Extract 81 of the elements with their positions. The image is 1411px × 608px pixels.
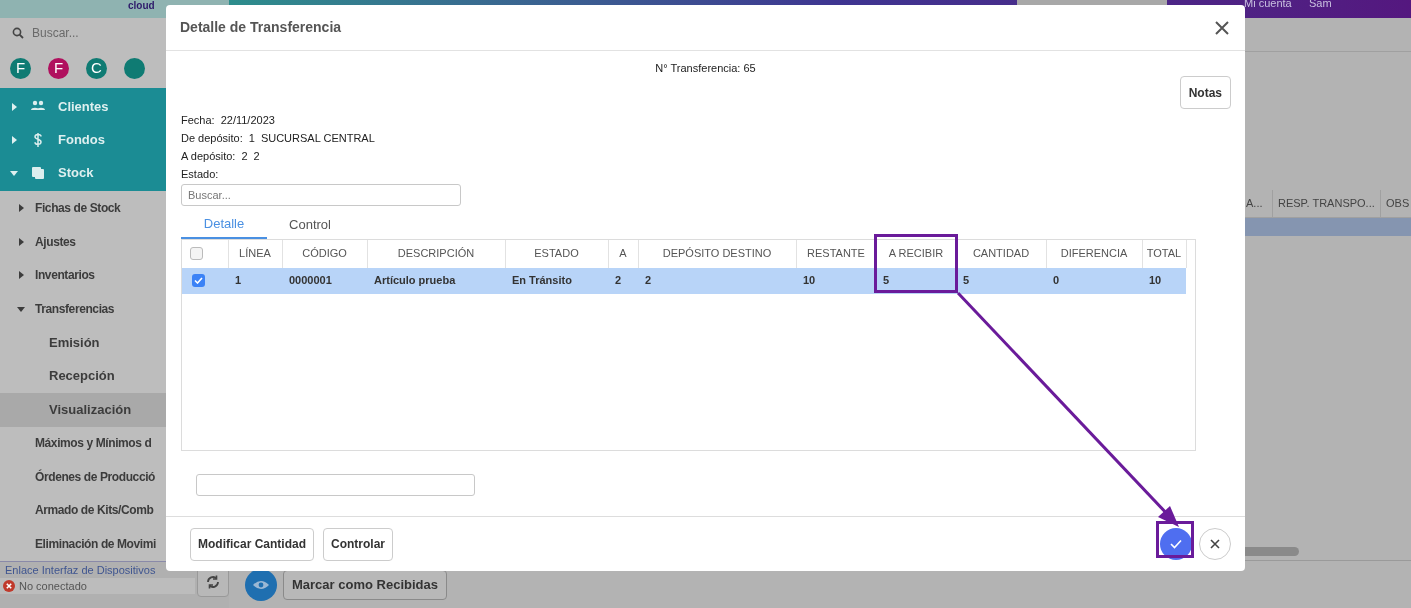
- column-header[interactable]: DEPÓSITO DESTINO: [638, 239, 796, 268]
- table-cell: 2: [608, 267, 638, 294]
- menu-item[interactable]: Órdenes de Producció: [0, 460, 166, 494]
- field-value: 22/11/2023: [220, 112, 275, 128]
- table-cell: 2: [638, 267, 796, 294]
- tab[interactable]: Control: [267, 210, 353, 239]
- table-cell: 10: [796, 267, 876, 294]
- menu-item[interactable]: Transferencias: [0, 292, 166, 326]
- confirm-button[interactable]: [1160, 528, 1192, 560]
- table-cell: 0: [1046, 267, 1142, 294]
- eye-icon: [253, 579, 269, 590]
- search-icon: [12, 27, 24, 40]
- table-cell: 5: [956, 267, 1046, 294]
- notes-button[interactable]: Notas: [1179, 76, 1231, 109]
- column-header[interactable]: LÍNEA: [228, 239, 282, 268]
- field-label: Estado:: [181, 166, 219, 182]
- field-value: 1: [248, 130, 255, 146]
- field-label: Fecha:: [181, 112, 215, 128]
- field-label: De depósito:: [181, 130, 243, 146]
- caret-down-icon: [10, 168, 18, 177]
- close-icon: [1210, 539, 1220, 549]
- column-header[interactable]: A: [608, 239, 638, 268]
- table-cell: 5: [876, 267, 956, 294]
- table-cell: En Tránsito: [505, 267, 608, 294]
- table-cell: 0000001: [282, 267, 367, 294]
- menu-item[interactable]: Fichas de Stock: [0, 191, 166, 225]
- error-icon: [3, 579, 15, 592]
- avatar[interactable]: C: [86, 58, 107, 80]
- menu-item[interactable]: Eliminación de Movimi: [0, 527, 166, 561]
- caret-down-icon: [17, 304, 25, 313]
- transfer-number: N° Transferencia: 65: [655, 61, 756, 76]
- field-label: A depósito:: [181, 148, 236, 164]
- avatar[interactable]: F: [48, 58, 69, 80]
- connection-status: No conectado: [0, 577, 195, 594]
- tab[interactable]: Detalle: [181, 210, 267, 239]
- column-header[interactable]: TOTAL: [1142, 239, 1186, 268]
- check-icon: [1170, 539, 1182, 549]
- copy-icon: [30, 164, 46, 181]
- column-header[interactable]: CANTIDAD: [956, 239, 1046, 268]
- caret-right-icon: [10, 135, 18, 144]
- column-header[interactable]: RESTANTE: [796, 239, 876, 268]
- menu-item[interactable]: Ajustes: [0, 224, 166, 259]
- menu-item[interactable]: Emisión: [0, 325, 166, 360]
- close-icon: [1215, 20, 1229, 35]
- footer-button[interactable]: Modificar Cantidad: [190, 527, 314, 561]
- user-name[interactable]: Sam: [1309, 0, 1332, 12]
- caret-right-icon: [10, 102, 18, 111]
- field-value: SUCURSAL CENTRAL: [260, 130, 375, 146]
- footer-button[interactable]: Controlar: [323, 527, 393, 561]
- column-header[interactable]: DESCRIPCIÓN: [367, 239, 505, 268]
- menu-item[interactable]: Armado de Kits/Comb: [0, 493, 166, 528]
- avatar[interactable]: F: [10, 58, 31, 80]
- column-header[interactable]: RESP. TRANSPO...: [1273, 190, 1381, 217]
- search-field[interactable]: Buscar...: [181, 183, 461, 206]
- field-value: 2: [241, 148, 248, 164]
- menu-item[interactable]: Recepción: [0, 359, 166, 393]
- caret-right-icon: [17, 271, 25, 280]
- refresh-icon: [205, 573, 221, 590]
- column-header[interactable]: CÓDIGO: [282, 239, 367, 268]
- table-cell: 1: [228, 267, 282, 294]
- dialog-title: Detalle de Transferencia: [180, 18, 342, 37]
- column-header[interactable]: ESTADO: [505, 239, 608, 268]
- text-field[interactable]: [196, 473, 475, 496]
- field-value: 2: [253, 148, 260, 164]
- caret-right-icon: [17, 237, 25, 246]
- menu-item[interactable]: Inventarios: [0, 258, 166, 293]
- checkbox[interactable]: [190, 247, 203, 260]
- table-cell: 10: [1142, 267, 1186, 294]
- column-header[interactable]: OBS: [1381, 190, 1411, 217]
- cancel-button[interactable]: [1199, 528, 1231, 560]
- table-cell: Artículo prueba: [367, 267, 505, 294]
- menu-item[interactable]: Máximos y Mínimos d: [0, 426, 166, 461]
- caret-right-icon: [17, 204, 25, 213]
- account-link[interactable]: Mi cuenta: [1244, 0, 1292, 12]
- logo-text: cloud: [128, 0, 155, 13]
- column-header[interactable]: DIFERENCIA: [1046, 239, 1142, 268]
- mark-received-button[interactable]: Marcar como Recibidas: [283, 569, 447, 600]
- menu-item[interactable]: Visualización: [0, 392, 166, 427]
- avatar[interactable]: [124, 58, 145, 80]
- close-button[interactable]: [1213, 18, 1231, 37]
- checkbox[interactable]: [192, 274, 205, 287]
